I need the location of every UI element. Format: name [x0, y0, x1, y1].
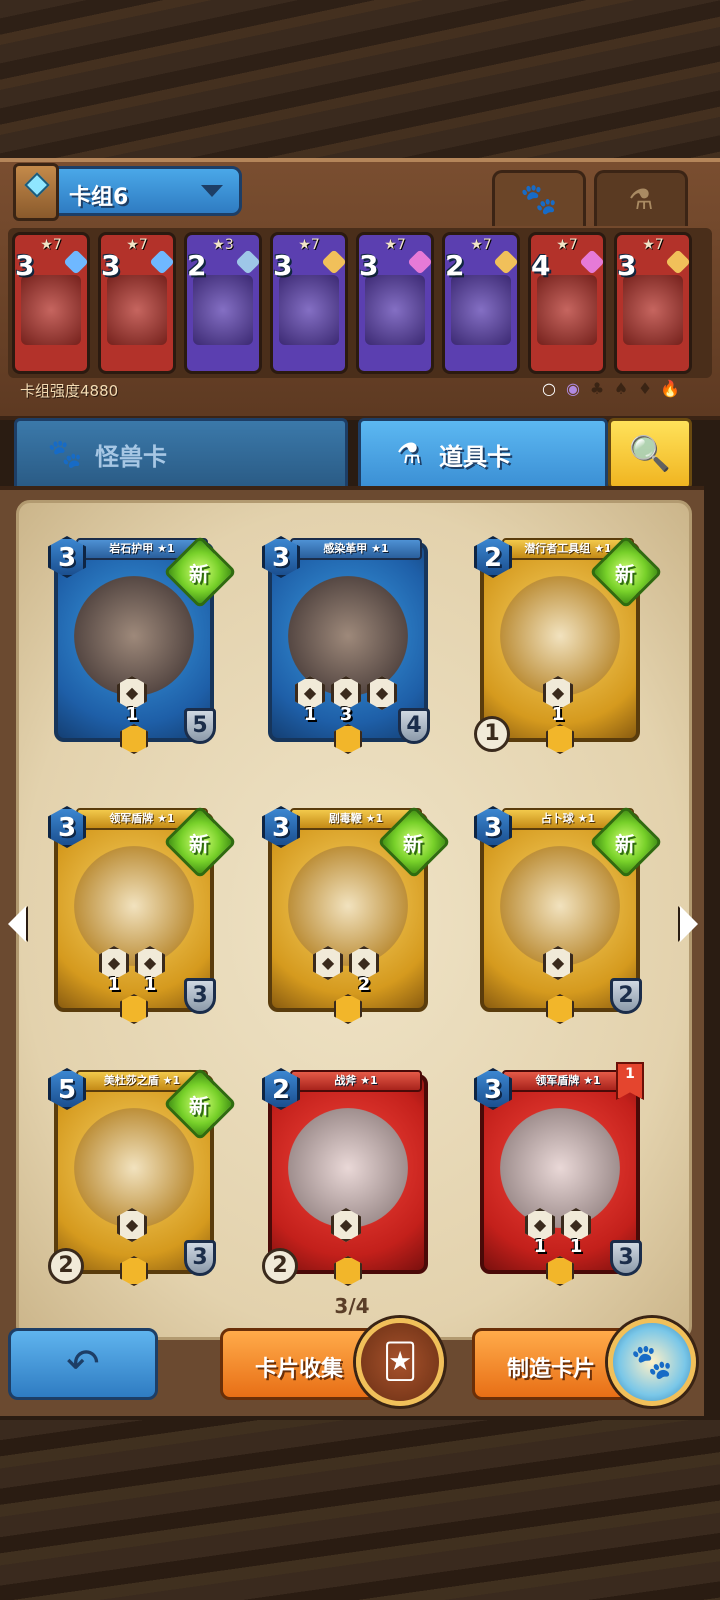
chevron-down-icon	[201, 185, 223, 197]
ability-value: 1	[303, 704, 317, 725]
top-wood-frame	[0, 0, 720, 165]
deck-card[interactable]: ★3 2	[184, 232, 262, 374]
deck-card[interactable]: ★7 3	[12, 232, 90, 374]
item-card[interactable]: 潜行者工具组 ★1 2 新 ◆ 1 1	[474, 535, 663, 754]
card-level-shield: 3	[184, 978, 216, 1014]
diamond-icon: ♦	[637, 379, 653, 398]
item-card[interactable]: 占卜球 ★1 3 新 ◆ 2	[474, 805, 663, 1024]
deck-book-icon	[13, 163, 59, 221]
tab-monster-deck[interactable]: 🐾	[492, 170, 586, 226]
deck-card-art	[365, 275, 425, 345]
paw-icon: 🐾	[47, 437, 83, 470]
club-icon: ♣	[589, 379, 605, 398]
rarity-gem-icon	[63, 249, 89, 275]
deck-card[interactable]: ★7 2	[442, 232, 520, 374]
fire-icon: 🔥	[660, 379, 680, 398]
page-indicator: 3/4	[334, 1294, 370, 1318]
card-art	[74, 846, 194, 966]
new-badge-label: 新	[615, 562, 635, 586]
deck-card-art	[193, 275, 253, 345]
ability-value: 1	[107, 974, 121, 995]
new-badge-label: 新	[189, 562, 209, 586]
card-name: 战斧 ★1	[290, 1070, 422, 1092]
rarity-gem-icon	[579, 249, 605, 275]
deck-status-icons: ○ ◉ ♣ ♠ ♦ 🔥	[540, 379, 680, 398]
back-button[interactable]: ↶	[8, 1328, 158, 1400]
new-badge-label: 新	[189, 1094, 209, 1118]
card-level-shield: 3	[610, 1240, 642, 1276]
card-name: 领军盾牌 ★1	[502, 1070, 634, 1092]
card-collection-label: 卡片收集	[255, 1357, 344, 1382]
item-card[interactable]: 美杜莎之盾 ★1 5 新 ◆ 3 2	[48, 1067, 237, 1286]
craft-card-icon[interactable]: 🐾	[608, 1318, 696, 1406]
next-page-arrow[interactable]	[680, 906, 698, 942]
ability-value: 1	[125, 704, 139, 725]
ability-value: 1	[551, 704, 565, 725]
item-card[interactable]: 领军盾牌 ★1 3 新 ◆ 1 ◆ 1 3	[48, 805, 237, 1024]
deck-card-art	[623, 275, 683, 345]
tab-item-deck[interactable]: ⚗	[594, 170, 688, 226]
search-icon: 🔍	[628, 434, 672, 474]
card-art	[288, 846, 408, 966]
new-badge-label: 新	[615, 832, 635, 856]
item-card[interactable]: 领军盾牌 ★1 3 1 ◆ 1 ◆ 1 3	[474, 1062, 644, 1286]
ability-value: 2	[357, 974, 371, 995]
tab-item-cards[interactable]: ⚗ 道具卡	[358, 418, 608, 490]
rarity-gem-icon	[493, 249, 519, 275]
bottom-wood-frame	[0, 1420, 720, 1600]
tab-monster-label: 怪兽卡	[95, 442, 167, 471]
craft-card-label: 制造卡片	[507, 1357, 596, 1382]
card-left-stat: 2	[262, 1248, 298, 1284]
item-card[interactable]: 剧毒鞭 ★1 3 新 ◆ ◆ 2	[262, 805, 451, 1024]
deck-card-art	[21, 275, 81, 345]
rarity-gem-icon	[407, 249, 433, 275]
card-left-stat: 2	[48, 1248, 84, 1284]
card-level-shield: 2	[610, 978, 642, 1014]
card-left-stat: 1	[474, 716, 510, 752]
card-level-shield: 3	[184, 1240, 216, 1276]
rarity-gem-icon	[235, 249, 261, 275]
item-card[interactable]: 感染革甲 ★1 3 ◆ 1 ◆ 3 ◆ 4	[262, 536, 430, 754]
paw-icon: 🐾	[520, 182, 558, 217]
deck-strength: 卡组强度4880	[20, 382, 119, 400]
deck-name: 卡组6	[69, 185, 129, 210]
back-arrow-icon: ↶	[66, 1341, 100, 1387]
ability-value: 1	[533, 1236, 547, 1257]
card-level-shield: 4	[398, 708, 430, 744]
card-collection-icon[interactable]: 🃏	[356, 1318, 444, 1406]
deck-card-art	[279, 275, 339, 345]
circle-icon: ○	[542, 379, 556, 398]
deck-selector-dropdown[interactable]: 卡组6	[13, 163, 242, 221]
potion-icon: ⚗	[628, 183, 654, 216]
card-level-shield: 5	[184, 708, 216, 744]
ability-value: 1	[143, 974, 157, 995]
tab-item-label: 道具卡	[439, 442, 511, 471]
deck-card[interactable]: ★7 3	[614, 232, 692, 374]
rarity-gem-icon	[665, 249, 691, 275]
deck-card-art	[537, 275, 597, 345]
previous-page-arrow[interactable]	[8, 906, 26, 942]
ability-value: 3	[339, 704, 353, 725]
rarity-gem-icon	[321, 249, 347, 275]
rarity-gem-icon	[149, 249, 175, 275]
new-badge-label: 新	[189, 832, 209, 856]
target-icon: ◉	[566, 379, 580, 398]
new-badge-label: 新	[403, 832, 423, 856]
card-art	[500, 1108, 620, 1228]
item-card[interactable]: 岩石护甲 ★1 3 新 ◆ 1 5	[48, 535, 237, 754]
search-button[interactable]: 🔍	[608, 418, 692, 490]
deck-card[interactable]: ★7 3	[98, 232, 176, 374]
potion-icon: ⚗	[396, 437, 422, 470]
item-card[interactable]: 战斧 ★1 2 ◆ 2	[262, 1068, 430, 1286]
deck-card[interactable]: ★7 3	[270, 232, 348, 374]
ability-value: 1	[569, 1236, 583, 1257]
card-name: 感染革甲 ★1	[290, 538, 422, 560]
deck-card-art	[107, 275, 167, 345]
spade-icon: ♠	[613, 379, 629, 398]
tab-monster-cards[interactable]: 🐾 怪兽卡	[14, 418, 348, 490]
deck-card-art	[451, 275, 511, 345]
deck-card[interactable]: ★7 3	[356, 232, 434, 374]
deck-card[interactable]: ★7 4	[528, 232, 606, 374]
